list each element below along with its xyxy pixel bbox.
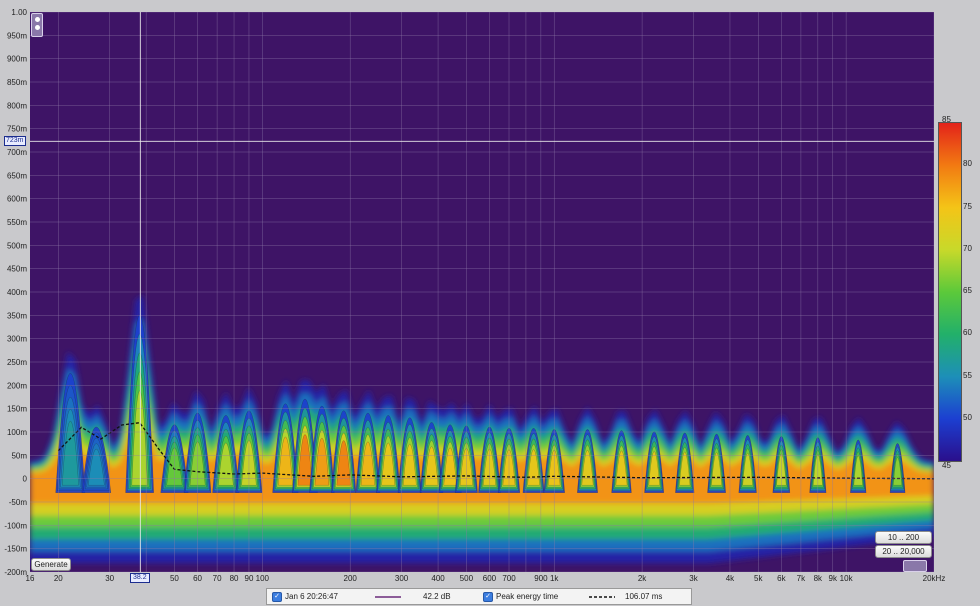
y-tick-label: 100m bbox=[7, 428, 27, 437]
peak-energy-label: Peak energy time bbox=[496, 592, 559, 601]
x-tick-label: 300 bbox=[395, 574, 409, 583]
x-tick-label: 4k bbox=[726, 574, 735, 583]
y-tick-label: 1.00 bbox=[11, 8, 27, 17]
y-tick-label: 400m bbox=[7, 288, 27, 297]
y-tick-label: -50m bbox=[9, 498, 28, 507]
x-tick-label: 900 bbox=[534, 574, 548, 583]
colorbar-max-label: 85 bbox=[942, 115, 951, 124]
colorbar-min-label: 45 bbox=[942, 461, 951, 470]
colorbar-tick-label: 50 bbox=[963, 412, 972, 422]
x-tick-label: 80 bbox=[230, 574, 239, 583]
x-tick-label: 20kHz bbox=[923, 574, 946, 583]
y-tick-label: 0 bbox=[23, 475, 28, 484]
x-tick-label: 500 bbox=[460, 574, 474, 583]
y-tick-label: 300m bbox=[7, 335, 27, 344]
y-tick-label: -200m bbox=[4, 568, 27, 577]
y-tick-label: 550m bbox=[7, 218, 27, 227]
y-tick-label: 450m bbox=[7, 265, 27, 274]
x-tick-label: 1k bbox=[550, 574, 559, 583]
chart-axes: 1.00 950m 900m 850m 800m 750m 700m 650m 600m 550m… bbox=[4, 8, 946, 583]
x-tick-label: 30 bbox=[105, 574, 114, 583]
y-tick-label: 250m bbox=[7, 358, 27, 367]
colorbar-tick-label: 80 bbox=[963, 159, 972, 169]
legend-bar: ✓ Jan 6 20:26:47 42.2 dB ✓ Peak energy t… bbox=[266, 588, 692, 605]
colorbar-tick-label: 60 bbox=[963, 328, 972, 338]
horizontal-zoom-handle[interactable] bbox=[903, 560, 927, 572]
x-tick-label: 2k bbox=[638, 574, 647, 583]
cursor-x-readout: 38.2 bbox=[130, 573, 150, 583]
y-tick-label: 700m bbox=[7, 148, 27, 157]
y-tick-label: 200m bbox=[7, 381, 27, 390]
x-tick-label: 90 bbox=[245, 574, 254, 583]
y-tick-label: 800m bbox=[7, 101, 27, 110]
x-tick-label: 8k bbox=[814, 574, 823, 583]
peak-energy-value: 106.07 ms bbox=[625, 592, 663, 601]
x-tick-label: 20 bbox=[54, 574, 63, 583]
x-tick-label: 9k bbox=[829, 574, 838, 583]
y-tick-label: 900m bbox=[7, 55, 27, 64]
peak-energy-checkbox[interactable]: ✓ bbox=[483, 592, 493, 602]
y-tick-label: 500m bbox=[7, 241, 27, 250]
y-tick-label: 950m bbox=[7, 31, 27, 40]
x-tick-label: 700 bbox=[502, 574, 516, 583]
generate-button[interactable]: Generate bbox=[31, 558, 71, 571]
colorbar-tick-label: 75 bbox=[963, 201, 972, 211]
x-tick-label: 50 bbox=[170, 574, 179, 583]
measurement-checkbox[interactable]: ✓ bbox=[272, 592, 282, 602]
x-tick-label: 10k bbox=[840, 574, 854, 583]
x-tick-label: 70 bbox=[213, 574, 222, 583]
colorbar bbox=[938, 122, 962, 462]
x-tick-label: 100 bbox=[256, 574, 270, 583]
y-tick-label: 650m bbox=[7, 171, 27, 180]
colorbar-tick-label: 70 bbox=[963, 243, 972, 253]
colorbar-tick-label: 65 bbox=[963, 286, 972, 295]
measurement-line-swatch bbox=[375, 596, 401, 598]
colorbar-tick-label: 55 bbox=[963, 370, 972, 380]
y-tick-label: 150m bbox=[7, 405, 27, 414]
cursor-y-readout: 723m bbox=[4, 136, 26, 146]
y-tick-label: 350m bbox=[7, 311, 27, 320]
y-tick-label: 600m bbox=[7, 195, 27, 204]
measurement-name: Jan 6 20:26:47 bbox=[285, 592, 338, 601]
peak-energy-line-swatch bbox=[589, 596, 615, 598]
x-tick-label: 5k bbox=[754, 574, 763, 583]
x-tick-label: 600 bbox=[483, 574, 497, 583]
y-tick-label: -150m bbox=[4, 545, 27, 554]
x-tick-label: 16 bbox=[26, 574, 35, 583]
range-10-200-button[interactable]: 10 .. 200 bbox=[875, 531, 932, 544]
x-tick-label: 400 bbox=[431, 574, 445, 583]
y-tick-label: 850m bbox=[7, 78, 27, 87]
x-tick-label: 3k bbox=[689, 574, 698, 583]
x-tick-label: 200 bbox=[344, 574, 358, 583]
y-tick-label: -100m bbox=[4, 521, 27, 530]
x-tick-label: 7k bbox=[797, 574, 806, 583]
y-tick-label: 750m bbox=[7, 125, 27, 134]
x-tick-label: 60 bbox=[193, 574, 202, 583]
x-tick-label: 6k bbox=[777, 574, 786, 583]
y-tick-label: 50m bbox=[11, 451, 27, 460]
vertical-zoom-handle[interactable] bbox=[31, 13, 43, 37]
measurement-value: 42.2 dB bbox=[423, 592, 451, 601]
range-20-20000-button[interactable]: 20 .. 20,000 bbox=[875, 545, 932, 558]
